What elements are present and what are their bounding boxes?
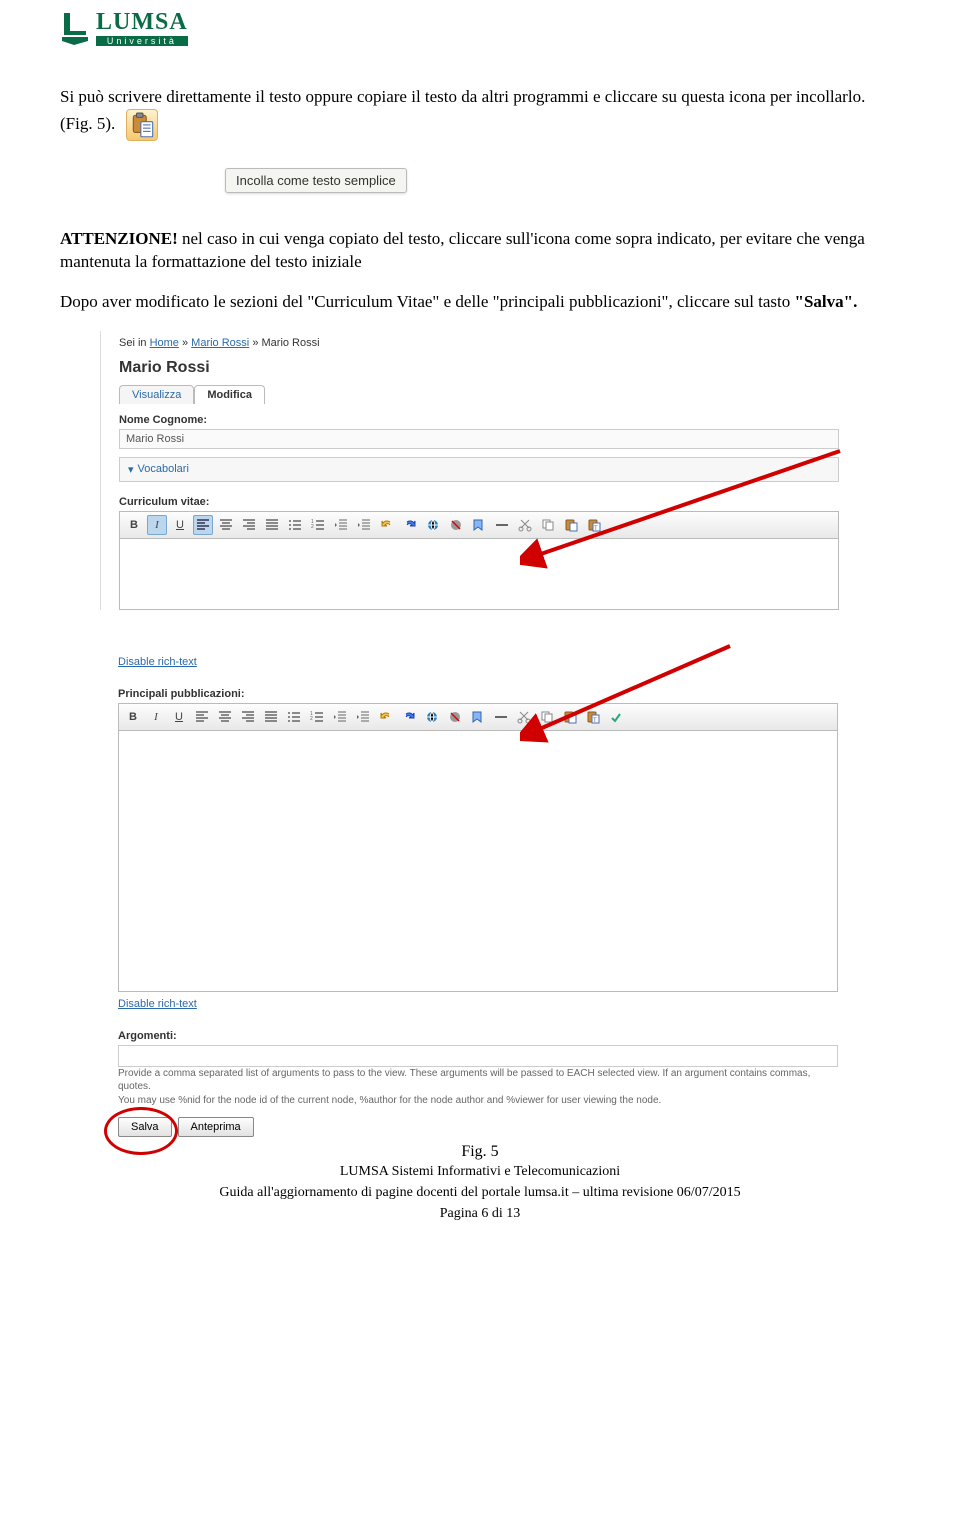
- cv-editor: B I U 12: [119, 511, 839, 610]
- p2-rest: nel caso in cui venga copiato del testo,…: [60, 229, 865, 271]
- breadcrumb-prefix: Sei in: [119, 337, 150, 349]
- unlink-icon[interactable]: [445, 707, 465, 727]
- paste-plain-icon[interactable]: T: [583, 707, 603, 727]
- tabs: Visualizza Modifica: [119, 385, 840, 404]
- underline-icon[interactable]: U: [170, 515, 190, 535]
- footer-line-1: LUMSA Sistemi Informativi e Telecomunica…: [60, 1163, 900, 1182]
- breadcrumb: Sei in Home » Mario Rossi » Mario Rossi: [119, 337, 840, 349]
- olist-icon[interactable]: 12: [307, 707, 327, 727]
- pub-textarea[interactable]: [119, 731, 837, 991]
- hr-icon[interactable]: [492, 515, 512, 535]
- ulist-icon[interactable]: [285, 515, 305, 535]
- vocab-fieldset[interactable]: ▾ Vocabolari: [119, 457, 839, 482]
- align-justify-icon[interactable]: [261, 707, 281, 727]
- ulist-icon[interactable]: [284, 707, 304, 727]
- align-left-icon[interactable]: [193, 515, 213, 535]
- figure-caption: Fig. 5: [60, 1143, 900, 1161]
- cut-icon[interactable]: [515, 515, 535, 535]
- label-argomenti: Argomenti:: [118, 1030, 840, 1042]
- unlink-icon[interactable]: [446, 515, 466, 535]
- logo-name: LUMSA: [96, 10, 188, 34]
- svg-text:T: T: [594, 526, 598, 532]
- underline-icon[interactable]: U: [169, 707, 189, 727]
- align-left-icon[interactable]: [192, 707, 212, 727]
- link-icon[interactable]: [423, 515, 443, 535]
- logo-mark: [60, 11, 90, 45]
- align-center-icon[interactable]: [215, 707, 235, 727]
- copy-icon[interactable]: [537, 707, 557, 727]
- paste-as-plain-text-tooltip: Incolla come testo semplice: [225, 168, 407, 193]
- undo-icon[interactable]: [377, 515, 397, 535]
- redo-icon[interactable]: [399, 707, 419, 727]
- disable-richtext-link-cv[interactable]: Disable rich-text: [118, 656, 197, 668]
- save-button[interactable]: Salva: [118, 1117, 172, 1137]
- breadcrumb-home-link[interactable]: Home: [150, 337, 179, 349]
- p1-text: Si può scrivere direttamente il testo op…: [60, 87, 865, 133]
- link-icon[interactable]: [422, 707, 442, 727]
- spellcheck-icon[interactable]: [606, 707, 626, 727]
- redo-icon[interactable]: [400, 515, 420, 535]
- italic-icon[interactable]: I: [146, 707, 166, 727]
- breadcrumb-sep-1: »: [182, 337, 191, 349]
- vocab-label: Vocabolari: [138, 463, 189, 475]
- p3b: "Salva".: [795, 292, 858, 311]
- paste-clipboard-icon: [126, 109, 158, 141]
- label-pubblicazioni: Principali pubblicazioni:: [118, 688, 840, 700]
- preview-button[interactable]: Anteprima: [178, 1117, 254, 1137]
- align-right-icon[interactable]: [239, 515, 259, 535]
- copy-icon[interactable]: [538, 515, 558, 535]
- cv-toolbar: B I U 12: [120, 512, 838, 539]
- attenzione-label: ATTENZIONE!: [60, 229, 178, 248]
- cv-textarea[interactable]: [120, 539, 838, 609]
- hr-icon[interactable]: [491, 707, 511, 727]
- indent-icon[interactable]: [353, 707, 373, 727]
- svg-text:2: 2: [311, 524, 314, 530]
- anchor-icon[interactable]: [469, 515, 489, 535]
- pub-toolbar: B I U 12: [119, 704, 837, 731]
- breadcrumb-user-link-1[interactable]: Mario Rossi: [191, 337, 249, 349]
- footer-line-3: Pagina 6 di 13: [60, 1205, 900, 1224]
- tab-view[interactable]: Visualizza: [119, 385, 194, 404]
- cut-icon[interactable]: [514, 707, 534, 727]
- paste-icon[interactable]: [560, 707, 580, 727]
- page-title: Mario Rossi: [119, 359, 840, 377]
- indent-icon[interactable]: [354, 515, 374, 535]
- pub-editor: B I U 12: [118, 703, 838, 992]
- name-input[interactable]: Mario Rossi: [119, 429, 839, 449]
- body-paragraph-3: Dopo aver modificato le sezioni del "Cur…: [60, 291, 900, 314]
- anchor-icon[interactable]: [468, 707, 488, 727]
- disable-richtext-link-pub[interactable]: Disable rich-text: [118, 998, 197, 1010]
- svg-text:T: T: [593, 718, 597, 724]
- breadcrumb-sep-2: »: [252, 337, 261, 349]
- bold-icon[interactable]: B: [123, 707, 143, 727]
- p3a: Dopo aver modificato le sezioni del "Cur…: [60, 292, 795, 311]
- paste-plain-icon[interactable]: T: [584, 515, 604, 535]
- bold-icon[interactable]: B: [124, 515, 144, 535]
- tab-edit[interactable]: Modifica: [194, 385, 265, 404]
- align-center-icon[interactable]: [216, 515, 236, 535]
- align-justify-icon[interactable]: [262, 515, 282, 535]
- logo-sub: Università: [96, 36, 188, 46]
- body-paragraph-2: ATTENZIONE! nel caso in cui venga copiat…: [60, 228, 900, 274]
- argomenti-input[interactable]: [118, 1045, 838, 1067]
- undo-icon[interactable]: [376, 707, 396, 727]
- olist-icon[interactable]: 12: [308, 515, 328, 535]
- outdent-icon[interactable]: [331, 515, 351, 535]
- argomenti-hint-1: Provide a comma separated list of argume…: [118, 1067, 838, 1094]
- body-paragraph-1: Si può scrivere direttamente il testo op…: [60, 86, 900, 141]
- align-right-icon[interactable]: [238, 707, 258, 727]
- caret-down-icon: ▾: [128, 463, 134, 476]
- paste-icon[interactable]: [561, 515, 581, 535]
- breadcrumb-current: Mario Rossi: [262, 337, 320, 349]
- svg-text:2: 2: [310, 716, 313, 722]
- label-name: Nome Cognome:: [119, 414, 840, 426]
- argomenti-hint-2: You may use %nid for the node id of the …: [118, 1094, 838, 1108]
- italic-icon[interactable]: I: [147, 515, 167, 535]
- lumsa-logo: LUMSA Università: [60, 10, 900, 46]
- footer-line-2: Guida all'aggiornamento di pagine docent…: [60, 1184, 900, 1203]
- label-cv: Curriculum vitae:: [119, 496, 840, 508]
- cms-screenshot: Sei in Home » Mario Rossi » Mario Rossi …: [100, 331, 900, 1138]
- outdent-icon[interactable]: [330, 707, 350, 727]
